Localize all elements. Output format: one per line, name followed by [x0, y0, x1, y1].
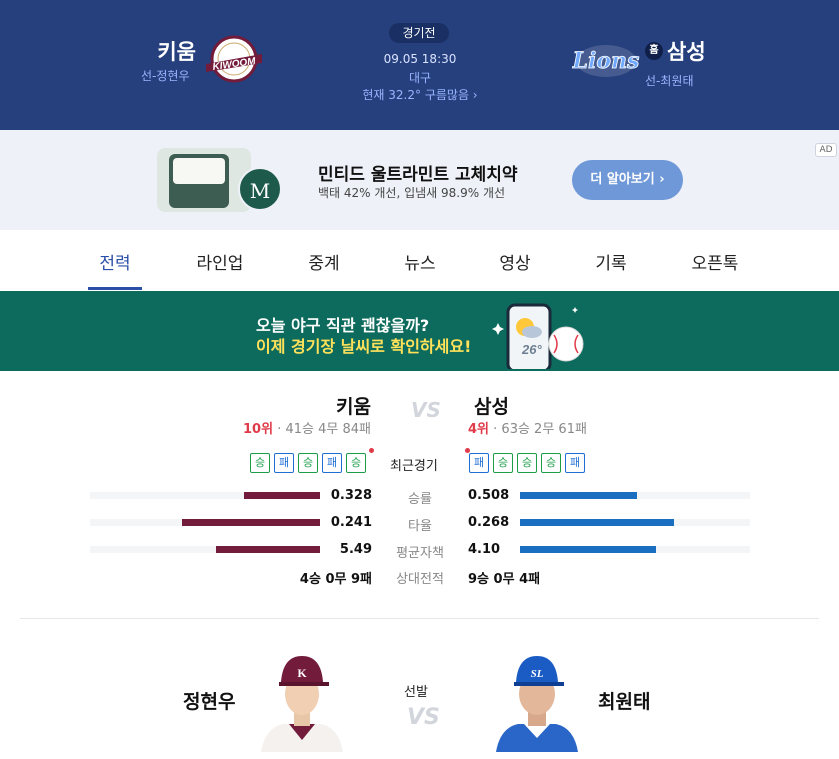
- lions-logo-text: Lions: [572, 48, 639, 74]
- away-recent-game-3: 승: [298, 453, 318, 473]
- home-starter-photo[interactable]: SL: [494, 648, 580, 752]
- away-recent-game-1: 승: [250, 453, 270, 473]
- away-starter-name[interactable]: 정현우: [183, 687, 235, 714]
- era-bar-away: [216, 546, 320, 553]
- recent-games-label: 최근경기: [390, 459, 438, 474]
- away-rank: 10위: [243, 422, 274, 437]
- game-status-badge: 경기전: [389, 23, 449, 43]
- home-rank: 4위: [468, 422, 490, 437]
- batting-avg-label: 타율: [408, 519, 432, 534]
- home-starter-name[interactable]: 최원태: [598, 687, 650, 714]
- away-recent-game-4: 패: [322, 453, 342, 473]
- home-batting-avg: 0.268: [468, 515, 510, 530]
- phone-weather-illustration: 26°: [492, 303, 584, 369]
- away-team-name[interactable]: 키움: [140, 36, 196, 66]
- avg-bar-home: [520, 519, 674, 526]
- home-badge: 홈: [645, 42, 663, 60]
- away-starter[interactable]: 선-정현우: [141, 67, 190, 84]
- away-win-pct: 0.328: [330, 488, 372, 503]
- home-head-to-head: 9승 0무 4패: [468, 572, 541, 587]
- compare-home-name[interactable]: 삼성: [474, 392, 509, 419]
- away-recent-dot: [369, 448, 374, 453]
- tab-bar: 전력 라인업 중계 뉴스 영상 기록 오픈톡: [0, 233, 839, 291]
- tab-video[interactable]: 영상: [475, 249, 555, 274]
- win-pct-bar-away: [244, 492, 320, 499]
- game-stadium: 대구: [408, 71, 432, 85]
- home-team[interactable]: 홈 삼성 선-최원태: [645, 36, 706, 89]
- away-starter-photo[interactable]: K: [259, 648, 345, 752]
- active-tab-indicator: [88, 287, 142, 290]
- ad-jar-lid: [173, 158, 225, 184]
- banner-line-2[interactable]: 이제 경기장 날씨로 확인하세요!: [256, 333, 471, 357]
- ad-brand-logo[interactable]: M: [238, 167, 282, 211]
- tab-broadcast[interactable]: 중계: [284, 249, 364, 274]
- head-to-head-label: 상대전적: [396, 572, 444, 587]
- ad-banner[interactable]: M 민티드 울트라민트 고체치약 백태 42% 개선, 입냄새 98.9% 개선…: [0, 130, 839, 230]
- win-pct-bar-home: [520, 492, 637, 499]
- home-recent-game-2: 승: [493, 453, 513, 473]
- tab-news[interactable]: 뉴스: [380, 249, 460, 274]
- home-recent-game-4: 승: [541, 453, 561, 473]
- win-pct-label: 승률: [408, 492, 432, 507]
- away-record: 10위 · 41승 4무 84패: [243, 418, 371, 437]
- home-record-text: · 63승 2무 61패: [493, 422, 587, 437]
- lions-logo[interactable]: Lions: [572, 36, 640, 86]
- compare-vs: VS: [411, 398, 441, 422]
- avg-bar-away: [182, 519, 320, 526]
- starters-label: 선발: [404, 685, 428, 700]
- ad-description[interactable]: 백태 42% 개선, 입냄새 98.9% 개선: [318, 184, 505, 201]
- starters-vs: VS: [407, 705, 440, 730]
- compare-away-name[interactable]: 키움: [336, 392, 371, 419]
- tab-power[interactable]: 전력: [75, 249, 155, 274]
- ad-title[interactable]: 민티드 울트라민트 고체치약: [318, 160, 518, 185]
- home-team-name-row[interactable]: 홈 삼성: [645, 36, 706, 66]
- tab-records[interactable]: 기록: [571, 249, 651, 274]
- away-recent-game-2: 패: [274, 453, 294, 473]
- weather-link[interactable]: 현재 32.2° 구름많음 ›: [330, 86, 510, 103]
- home-starter[interactable]: 선-최원태: [645, 72, 706, 89]
- tab-open-talk[interactable]: 오픈톡: [675, 249, 755, 274]
- away-head-to-head: 4승 0무 9패: [299, 572, 372, 587]
- home-recent-game-5: 패: [565, 453, 585, 473]
- svg-text:K: K: [297, 666, 307, 680]
- home-record: 4위 · 63승 2무 61패: [468, 418, 587, 437]
- banner-temp: 26°: [521, 342, 542, 357]
- home-team-name[interactable]: 삼성: [667, 40, 706, 64]
- home-recent-game-1: 패: [469, 453, 489, 473]
- era-bar-home: [520, 546, 656, 553]
- era-label: 평균자책: [396, 546, 444, 561]
- tab-lineup[interactable]: 라인업: [180, 249, 260, 274]
- away-team[interactable]: 키움: [140, 36, 196, 66]
- game-header: 키움 선-정현우 KIWOOM 경기전 09.05 18:30 대구 현재 32…: [0, 0, 839, 130]
- ad-product-image[interactable]: [157, 148, 251, 212]
- away-record-text: · 41승 4무 84패: [277, 422, 371, 437]
- ad-learn-more-button[interactable]: 더 알아보기 ›: [572, 160, 683, 200]
- home-recent-game-3: 승: [517, 453, 537, 473]
- game-datetime: 09.05 18:30: [383, 52, 457, 66]
- home-win-pct: 0.508: [468, 488, 510, 503]
- kiwoom-logo[interactable]: KIWOOM: [200, 34, 268, 84]
- section-divider: [20, 618, 819, 619]
- away-batting-avg: 0.241: [330, 515, 372, 530]
- away-era: 5.49: [339, 542, 372, 557]
- stadium-weather-banner[interactable]: 오늘 야구 직관 괜찮을까? 이제 경기장 날씨로 확인하세요! 26°: [0, 291, 839, 371]
- svg-text:SL: SL: [531, 668, 544, 680]
- home-era: 4.10: [468, 542, 501, 557]
- away-recent-game-5: 승: [346, 453, 366, 473]
- ad-badge[interactable]: AD: [815, 143, 837, 157]
